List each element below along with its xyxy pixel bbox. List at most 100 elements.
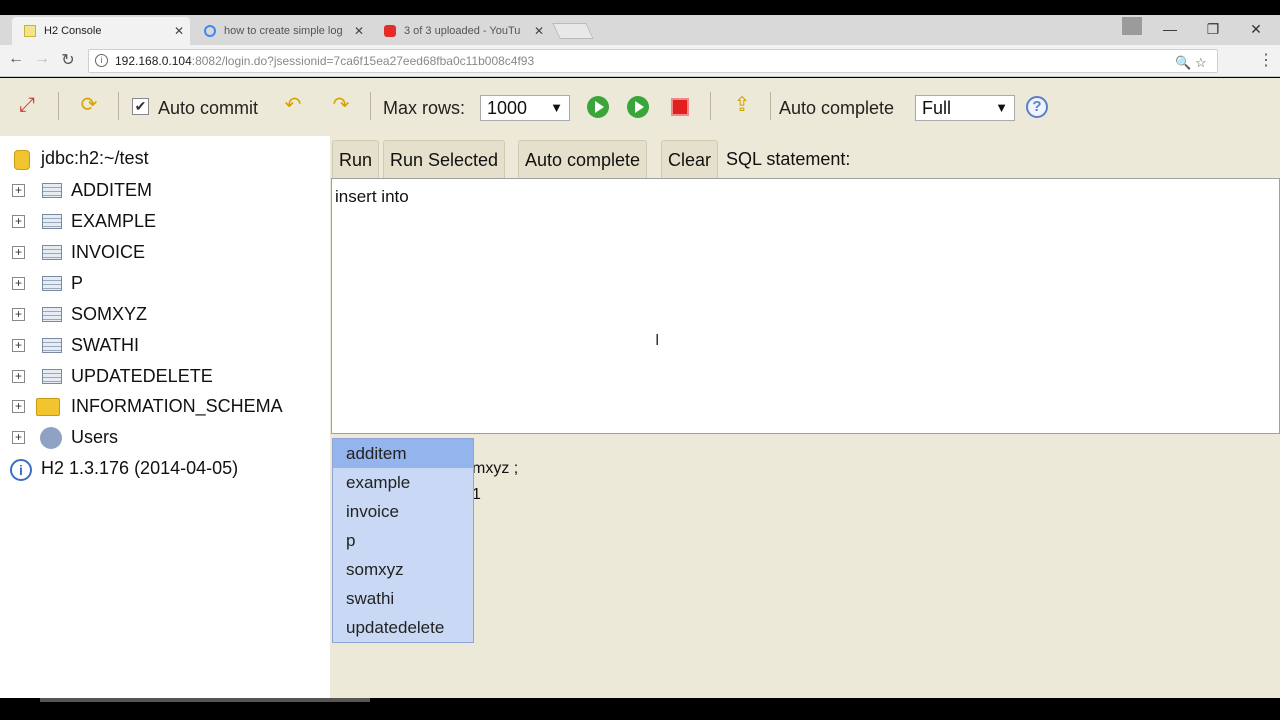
auto-commit-checkbox[interactable]: ✔	[132, 98, 149, 115]
table-label: EXAMPLE	[71, 211, 157, 231]
tab-google-search[interactable]: how to create simple log ✕	[192, 17, 370, 45]
auto-complete-value: Full	[922, 98, 952, 118]
tree-table-swathi[interactable]: + SWATHI	[0, 333, 330, 359]
run-button[interactable]: Run	[332, 140, 380, 180]
run-selected-icon[interactable]	[627, 96, 649, 118]
schema-label: INFORMATION_SCHEMA	[71, 396, 283, 416]
autocomplete-item[interactable]: updatedelete	[333, 613, 473, 642]
tree-version: i H2 1.3.176 (2014-04-05)	[0, 456, 330, 482]
separator	[770, 92, 771, 120]
autocomplete-item[interactable]: somxyz	[333, 555, 473, 584]
restore-icon[interactable]: ❐	[1193, 15, 1233, 43]
separator	[58, 92, 59, 120]
autocomplete-item[interactable]: p	[333, 526, 473, 555]
info-icon[interactable]: i	[95, 54, 108, 67]
back-icon[interactable]: ←	[6, 50, 26, 68]
h2-favicon-icon	[24, 25, 36, 37]
stop-icon[interactable]	[671, 98, 689, 116]
minimize-icon[interactable]: —	[1150, 15, 1190, 43]
profile-icon[interactable]	[1122, 17, 1142, 35]
url-path: :8082/login.do?jsessionid=7ca6f15ea27eed…	[191, 54, 535, 68]
expand-icon[interactable]: +	[12, 184, 25, 197]
tree-connection[interactable]: jdbc:h2:~/test	[0, 146, 330, 172]
auto-complete-button[interactable]: Auto complete	[518, 140, 648, 180]
tree-users[interactable]: + Users	[0, 425, 330, 451]
youtube-favicon-icon	[384, 25, 396, 37]
table-label: P	[71, 273, 84, 293]
table-label: INVOICE	[71, 242, 146, 262]
autocomplete-list[interactable]: additem example invoice p somxyz swathi …	[332, 438, 474, 643]
tree-table-additem[interactable]: + ADDITEM	[0, 178, 330, 204]
new-tab-button[interactable]	[552, 23, 594, 39]
table-label: SOMXYZ	[71, 304, 148, 324]
max-rows-select[interactable]: 1000 ▼	[480, 95, 570, 121]
expand-icon[interactable]: +	[12, 215, 25, 228]
bookmark-star-icon[interactable]: ☆	[1195, 52, 1207, 74]
separator	[118, 92, 119, 120]
menu-icon[interactable]: ⋮	[1256, 50, 1276, 70]
close-icon[interactable]: ✕	[174, 17, 184, 45]
result-line: mxyz ;	[472, 460, 519, 477]
text-cursor-icon: I	[655, 332, 660, 349]
expand-icon[interactable]: +	[12, 246, 25, 259]
tree-table-updatedelete[interactable]: + UPDATEDELETE	[0, 364, 330, 390]
expand-icon[interactable]: +	[12, 431, 25, 444]
max-rows-value: 1000	[487, 98, 528, 118]
table-icon	[42, 245, 62, 260]
connection-label: jdbc:h2:~/test	[41, 148, 149, 168]
autocomplete-item[interactable]: example	[333, 468, 473, 497]
h2-toolbar: ⤢ ⟳ ✔ Auto commit ↶ ↷ Max rows: 1000 ▼ ⇪…	[0, 78, 1280, 136]
table-icon	[42, 276, 62, 291]
auto-complete-select[interactable]: Full ▼	[915, 95, 1015, 121]
google-favicon-icon	[204, 25, 216, 37]
zoom-icon[interactable]: 🔍	[1175, 52, 1191, 74]
forward-icon[interactable]: →	[32, 50, 52, 68]
autocomplete-item[interactable]: swathi	[333, 584, 473, 613]
url-text: 192.168.0.104:8082/login.do?jsessionid=7…	[115, 50, 534, 72]
table-label: UPDATEDELETE	[71, 366, 213, 386]
help-icon[interactable]: ?	[1026, 96, 1048, 118]
tab-h2-console[interactable]: H2 Console ✕	[12, 17, 190, 45]
table-icon	[42, 338, 62, 353]
sql-editor[interactable]: insert into	[331, 178, 1280, 434]
scrollbar[interactable]	[40, 698, 370, 702]
run-selected-button[interactable]: Run Selected	[383, 140, 506, 180]
expand-icon[interactable]: +	[12, 370, 25, 383]
expand-icon[interactable]: +	[12, 308, 25, 321]
window-close-icon[interactable]: ✕	[1236, 15, 1276, 43]
clear-button[interactable]: Clear	[661, 140, 719, 180]
separator	[710, 92, 711, 120]
refresh-icon[interactable]: ⟳	[76, 92, 102, 118]
disconnect-icon[interactable]: ⤢	[14, 92, 40, 118]
max-rows-label: Max rows:	[383, 98, 466, 118]
history-icon[interactable]: ⇪	[729, 92, 755, 118]
table-icon	[42, 214, 62, 229]
tree-table-invoice[interactable]: + INVOICE	[0, 240, 330, 266]
users-label: Users	[71, 427, 119, 447]
tree-information-schema[interactable]: + INFORMATION_SCHEMA	[0, 394, 330, 420]
expand-icon[interactable]: +	[12, 277, 25, 290]
browser-tab-strip: H2 Console ✕ how to create simple log ✕ …	[0, 15, 1280, 45]
expand-icon[interactable]: +	[12, 400, 25, 413]
tab-title: how to create simple log	[224, 25, 343, 37]
rollback-icon[interactable]: ↶	[280, 92, 306, 118]
chevron-down-icon: ▼	[550, 100, 563, 115]
tab-youtube[interactable]: 3 of 3 uploaded - YouTu ✕	[372, 17, 550, 45]
tree-table-p[interactable]: + P	[0, 271, 330, 297]
tree-table-example[interactable]: + EXAMPLE	[0, 209, 330, 235]
close-icon[interactable]: ✕	[534, 17, 544, 45]
autocomplete-item[interactable]: additem	[333, 439, 473, 468]
autocomplete-item[interactable]: invoice	[333, 497, 473, 526]
table-icon	[42, 183, 62, 198]
commit-icon[interactable]: ↷	[328, 92, 354, 118]
reload-icon[interactable]: ↻	[58, 50, 78, 70]
expand-icon[interactable]: +	[12, 339, 25, 352]
address-bar[interactable]: i 192.168.0.104:8082/login.do?jsessionid…	[88, 49, 1218, 73]
database-icon	[14, 150, 30, 170]
close-icon[interactable]: ✕	[354, 17, 364, 45]
tree-table-somxyz[interactable]: + SOMXYZ	[0, 302, 330, 328]
separator	[370, 92, 371, 120]
tab-title: H2 Console	[44, 25, 102, 37]
run-icon[interactable]	[587, 96, 609, 118]
table-label: SWATHI	[71, 335, 139, 355]
